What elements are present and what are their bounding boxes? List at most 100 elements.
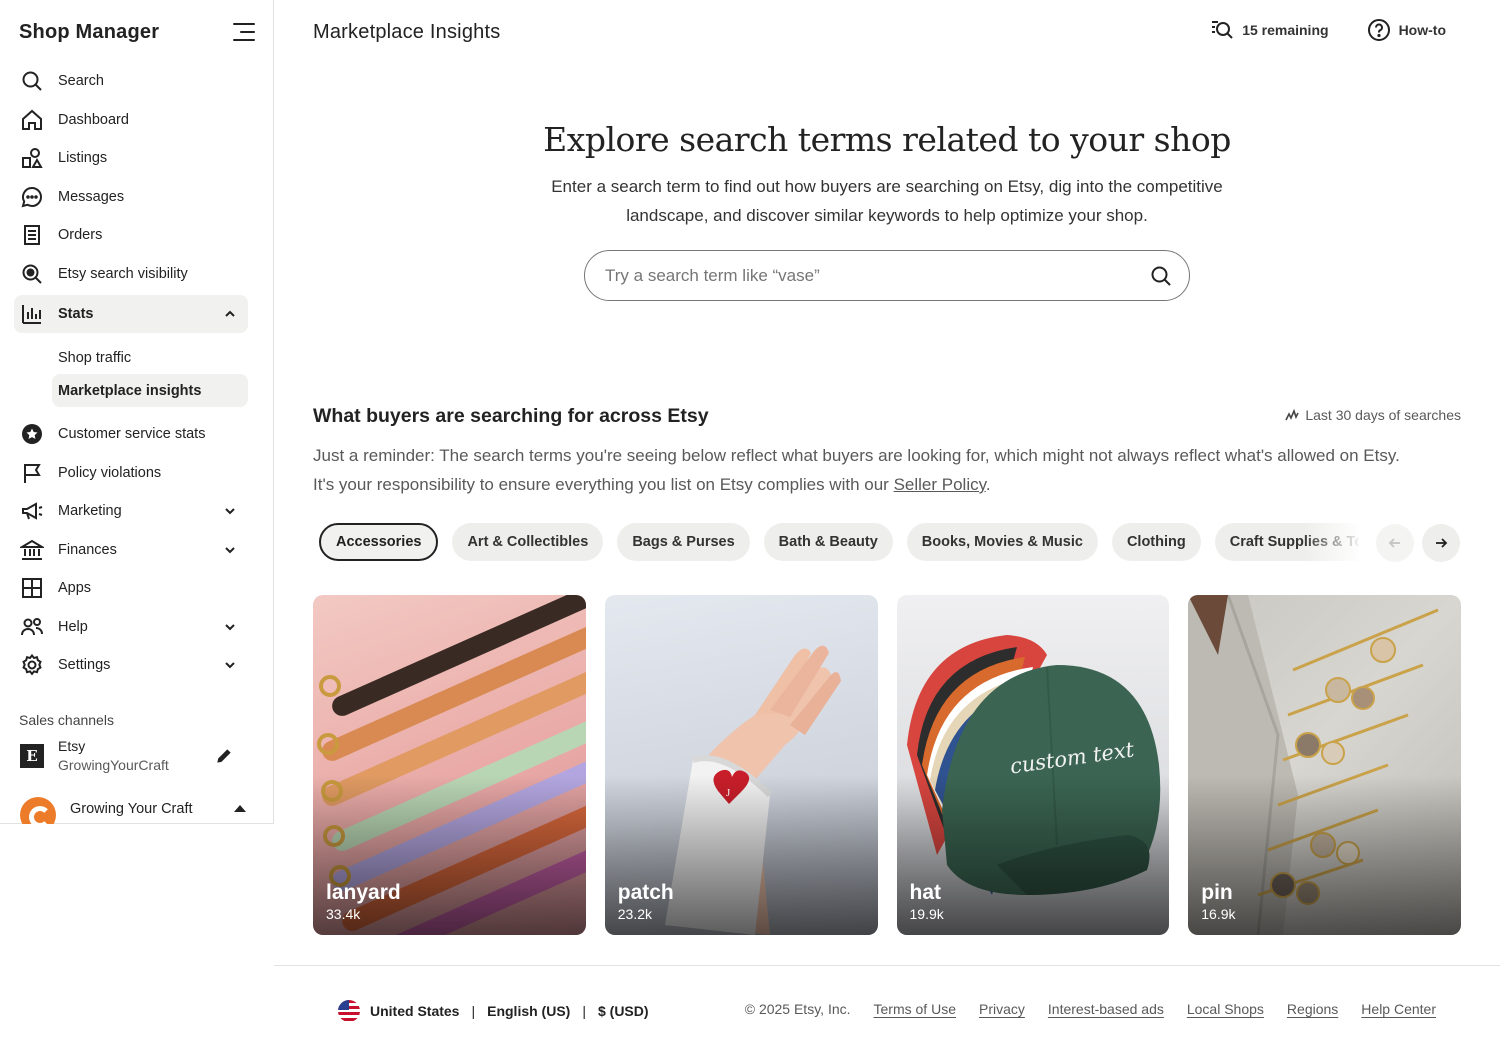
- chevron-up-icon[interactable]: [224, 308, 236, 320]
- menu-icon[interactable]: [233, 23, 255, 41]
- sidebar-item-orders[interactable]: Orders: [14, 216, 248, 255]
- flag-icon: [20, 461, 44, 485]
- home-icon: [20, 108, 44, 132]
- sidebar-item-customer-service-stats[interactable]: Customer service stats: [14, 415, 248, 454]
- trend-icon: [1285, 408, 1300, 421]
- category-chip-bath-beauty[interactable]: Bath & Beauty: [763, 523, 893, 561]
- sidebar-item-messages[interactable]: Messages: [14, 178, 248, 217]
- sidebar-item-finances[interactable]: Finances: [14, 531, 248, 570]
- listings-icon: [20, 146, 44, 170]
- how-to-label: How-to: [1398, 22, 1446, 38]
- footer-link-regions[interactable]: Regions: [1287, 1001, 1338, 1017]
- page-title: Marketplace Insights: [313, 21, 501, 43]
- megaphone-icon: [20, 499, 44, 523]
- search-term-card[interactable]: lanyard 33.4k: [313, 595, 586, 935]
- how-to-button[interactable]: How-to: [1367, 18, 1446, 42]
- sidebar-item-label: Stats: [58, 306, 94, 322]
- sidebar-item-stats[interactable]: Stats: [14, 295, 248, 333]
- remaining-searches-button[interactable]: 15 remaining: [1210, 18, 1329, 42]
- chevron-down-icon[interactable]: [224, 621, 236, 633]
- sidebar-subitem-shop-traffic[interactable]: Shop traffic: [52, 341, 248, 374]
- search-term-card[interactable]: pin 16.9k: [1188, 595, 1461, 935]
- footer-link-terms[interactable]: Terms of Use: [874, 1001, 956, 1017]
- card-count: 19.9k: [909, 906, 944, 922]
- sidebar-item-label: Apps: [58, 580, 92, 597]
- main-content: Marketplace Insights 15 remaining How-to…: [274, 0, 1500, 1051]
- card-term: pin: [1201, 881, 1233, 904]
- carousel-prev-button[interactable]: [1376, 524, 1414, 562]
- region-label: United States: [370, 1003, 460, 1019]
- category-list: Accessories Art & Collectibles Bags & Pu…: [319, 523, 1359, 563]
- sidebar-item-label: Etsy search visibility: [58, 265, 188, 282]
- arrow-right-icon: [1436, 538, 1448, 548]
- hero: Explore search terms related to your sho…: [313, 120, 1461, 301]
- search-term-card[interactable]: J patch 23.2k: [604, 595, 878, 935]
- seller-policy-link[interactable]: Seller Policy: [894, 475, 986, 494]
- bank-icon: [20, 538, 44, 562]
- sidebar-item-label: Dashboard: [58, 111, 129, 128]
- sidebar-item-apps[interactable]: Apps: [14, 569, 248, 608]
- carousel-fade: [1303, 523, 1363, 563]
- footer-link-help-center[interactable]: Help Center: [1361, 1001, 1436, 1017]
- sidebar-item-dashboard[interactable]: Dashboard: [14, 101, 248, 140]
- sidebar-item-label: Search: [58, 73, 104, 90]
- channel-name: Etsy: [58, 738, 86, 754]
- sidebar-item-label: Listings: [58, 150, 108, 167]
- sidebar-item-search-visibility[interactable]: Etsy search visibility: [14, 255, 248, 294]
- search-term-card[interactable]: custom text hat 19.9k: [896, 595, 1170, 935]
- star-badge-icon: [20, 422, 44, 446]
- card-term: hat: [909, 881, 942, 904]
- category-chip-accessories[interactable]: Accessories: [319, 523, 439, 561]
- header-actions: 15 remaining How-to: [1210, 18, 1446, 42]
- footer-links: © 2025 Etsy, Inc. Terms of Use Privacy I…: [745, 1001, 1436, 1017]
- sidebar-item-search[interactable]: Search: [14, 62, 248, 101]
- sales-channel-etsy[interactable]: E Etsy GrowingYourCraft: [20, 738, 240, 778]
- locale-settings[interactable]: United States | English (US) | $ (USD): [338, 1000, 649, 1022]
- card-count: 33.4k: [326, 906, 361, 922]
- trending-section-header: What buyers are searching for across Ets…: [313, 405, 1461, 435]
- category-chip-art-collectibles[interactable]: Art & Collectibles: [452, 523, 604, 561]
- chevron-down-icon[interactable]: [224, 659, 236, 671]
- search-term-cards: lanyard 33.4k J: [313, 595, 1461, 935]
- section-description: Just a reminder: The search terms you're…: [313, 446, 1400, 494]
- people-icon: [20, 615, 44, 639]
- search-input[interactable]: [605, 265, 1147, 286]
- messages-icon: [20, 185, 44, 209]
- search-icon[interactable]: [1147, 262, 1175, 290]
- category-chip-books-movies-music[interactable]: Books, Movies & Music: [906, 523, 1098, 561]
- sidebar-item-policy-violations[interactable]: Policy violations: [14, 454, 248, 493]
- carousel-next-button[interactable]: [1422, 524, 1460, 562]
- shop-switcher[interactable]: Growing Your Craft: [20, 794, 252, 824]
- apps-grid-icon: [20, 576, 44, 600]
- gear-icon: [20, 653, 44, 677]
- chevron-down-icon[interactable]: [224, 544, 236, 556]
- card-term: patch: [617, 881, 674, 904]
- footer-link-privacy[interactable]: Privacy: [979, 1001, 1025, 1017]
- shop-name: Growing Your Craft: [70, 801, 193, 817]
- category-chip-clothing[interactable]: Clothing: [1111, 523, 1201, 561]
- sidebar-title: Shop Manager: [19, 20, 160, 43]
- sidebar-subitem-marketplace-insights[interactable]: Marketplace insights: [52, 374, 248, 407]
- sidebar-item-marketing[interactable]: Marketing: [14, 492, 248, 531]
- card-count: 23.2k: [617, 906, 652, 922]
- currency-label: $ (USD): [597, 1003, 649, 1019]
- chevron-down-icon[interactable]: [224, 505, 236, 517]
- language-label: English (US): [487, 1003, 571, 1019]
- footer-link-local-shops[interactable]: Local Shops: [1187, 1001, 1264, 1017]
- sidebar-item-label: Finances: [58, 541, 117, 558]
- category-chip-bags-purses[interactable]: Bags & Purses: [617, 523, 750, 561]
- app: Shop Manager Search Dashboard Listings M…: [0, 0, 1500, 1051]
- sidebar-item-help[interactable]: Help: [14, 608, 248, 647]
- sidebar-header: Shop Manager: [19, 18, 255, 46]
- pencil-icon[interactable]: [214, 746, 234, 766]
- caret-up-icon[interactable]: [234, 805, 246, 812]
- sidebar-item-listings[interactable]: Listings: [14, 139, 248, 178]
- sidebar-item-settings[interactable]: Settings: [14, 646, 248, 685]
- search-icon: [20, 69, 44, 93]
- footer-link-interest-ads[interactable]: Interest-based ads: [1048, 1001, 1164, 1017]
- category-carousel: Accessories Art & Collectibles Bags & Pu…: [313, 523, 1461, 563]
- copyright: © 2025 Etsy, Inc.: [744, 1001, 851, 1017]
- sidebar-item-label: Messages: [58, 188, 125, 205]
- section-note: Last 30 days of searches: [1285, 407, 1461, 423]
- sidebar-item-label: Settings: [58, 657, 111, 674]
